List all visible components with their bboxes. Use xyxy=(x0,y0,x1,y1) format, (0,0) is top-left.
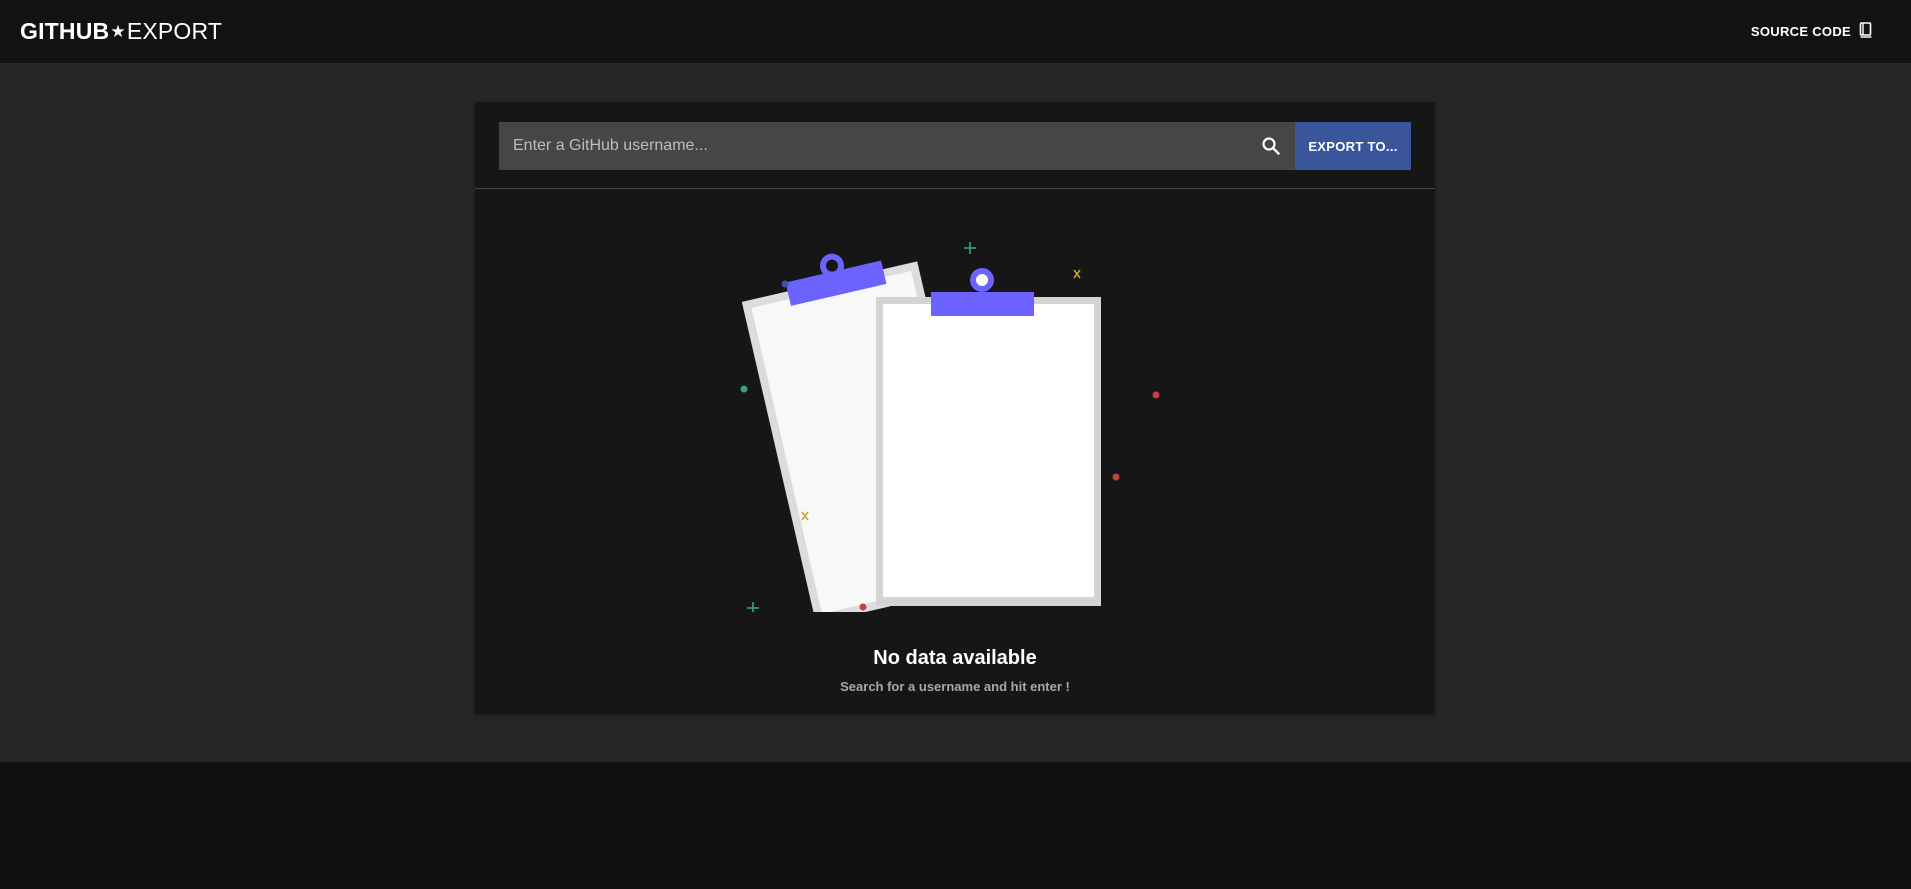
card-divider xyxy=(475,188,1435,189)
top-app-bar: GITHUB ★ EXPORT SOURCE CODE xyxy=(0,0,1911,63)
search-icon[interactable] xyxy=(1247,122,1295,170)
clipboards-illustration xyxy=(735,212,1175,624)
book-icon xyxy=(1859,22,1873,41)
source-code-button[interactable]: SOURCE CODE xyxy=(1751,22,1873,41)
empty-state-subtitle: Search for a username and hit enter ! xyxy=(840,679,1070,694)
source-code-label: SOURCE CODE xyxy=(1750,24,1851,39)
empty-state-title: No data available xyxy=(873,647,1037,669)
search-row: EXPORT TO... xyxy=(499,122,1411,170)
export-to-button[interactable]: EXPORT TO... xyxy=(1295,122,1411,170)
export-card: EXPORT TO... xyxy=(475,102,1435,714)
search-box xyxy=(499,122,1295,170)
logo-github-text: GITHUB xyxy=(20,18,110,44)
logo-export-text: EXPORT xyxy=(126,18,223,44)
logo-star-icon: ★ xyxy=(110,21,126,41)
app-logo[interactable]: GITHUB ★ EXPORT xyxy=(20,18,222,45)
username-search-input[interactable] xyxy=(499,122,1247,170)
